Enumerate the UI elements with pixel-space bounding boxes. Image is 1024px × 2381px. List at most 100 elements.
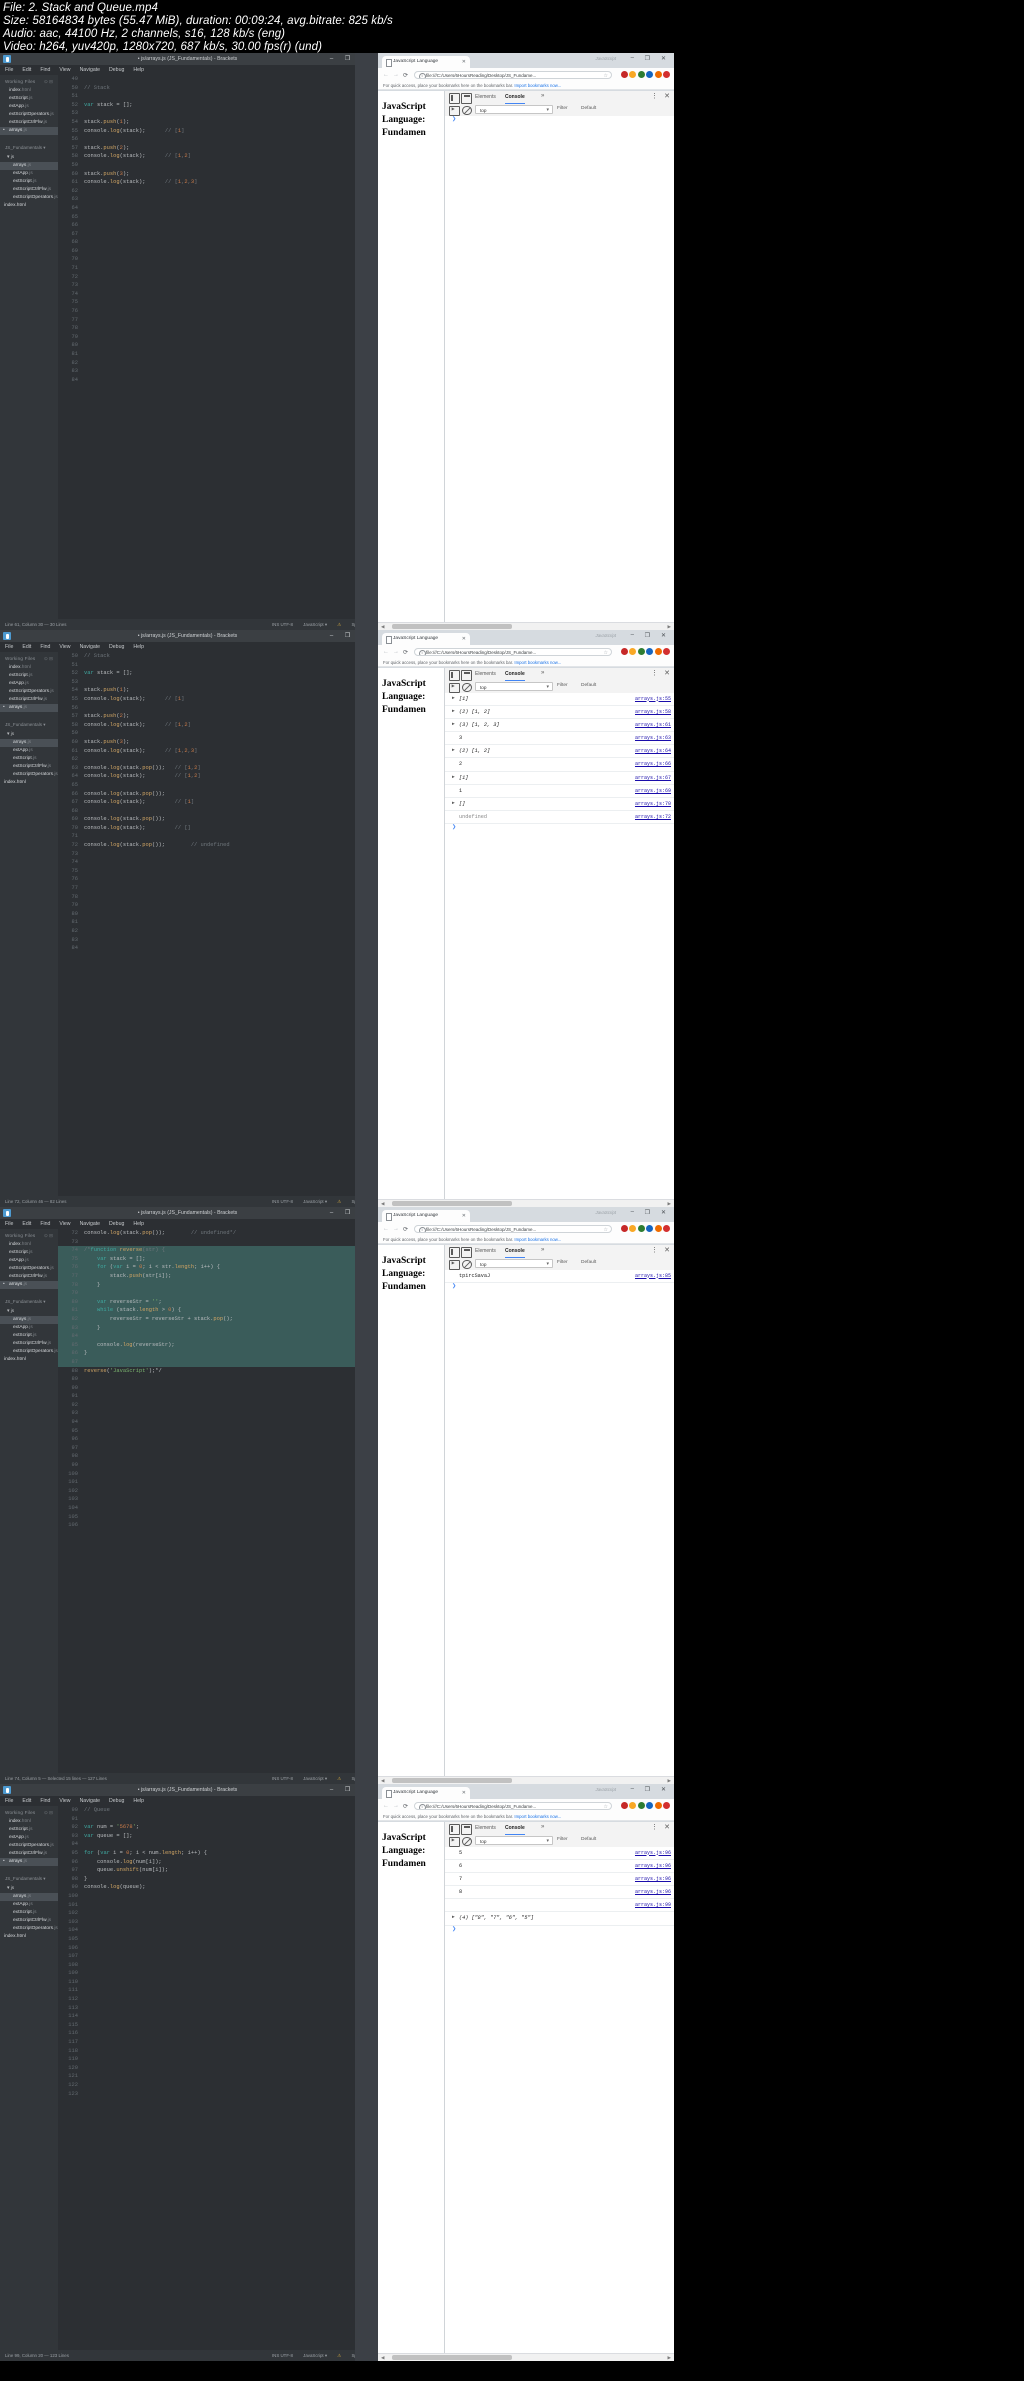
clear-console-icon[interactable] xyxy=(462,1836,472,1847)
menu-find[interactable]: Find xyxy=(40,644,50,650)
menu-edit[interactable]: Edit xyxy=(22,1798,31,1804)
extension-icon-6[interactable] xyxy=(663,1225,670,1232)
working-file-item[interactable]: arrays.js xyxy=(0,1858,58,1866)
page-info-icon[interactable]: i xyxy=(418,1804,426,1810)
execution-context-selector[interactable]: top ▾ xyxy=(475,1259,553,1268)
working-file-item[interactable]: extScript.js xyxy=(0,1249,58,1257)
tab-console[interactable]: Console xyxy=(505,1824,525,1835)
menu-debug[interactable]: Debug xyxy=(109,1798,124,1804)
working-file-item[interactable]: extScriptCtrlFlw.js xyxy=(0,1273,58,1281)
menu-edit[interactable]: Edit xyxy=(22,1221,31,1227)
address-bar[interactable]: i file:///C:/Users/6HoursReading/Desktop… xyxy=(414,1801,612,1810)
working-file-item[interactable]: extScript.js xyxy=(0,95,58,103)
extension-icon-3[interactable] xyxy=(637,1802,645,1809)
project-tree-file[interactable]: arrays.js xyxy=(0,1316,58,1324)
console-source-link[interactable]: arrays.js:96 xyxy=(635,1886,671,1898)
extension-icon-1[interactable] xyxy=(620,1802,628,1809)
project-tree-file[interactable]: extScript.js xyxy=(0,1332,58,1340)
extension-icon-5[interactable] xyxy=(654,1802,662,1809)
minimize-button[interactable]: ‒ xyxy=(631,632,634,638)
reload-icon[interactable]: ⟳ xyxy=(403,72,408,79)
working-file-item[interactable]: extScriptCtrlFlw.js xyxy=(0,1850,58,1858)
extension-icon-6[interactable] xyxy=(663,71,670,78)
console-output[interactable]: ▶ [1] arrays.js:55 ▶ (2) [1, 2] arrays.j… xyxy=(445,692,674,1200)
project-tree-file[interactable]: extScriptCtrlFlw.js xyxy=(0,186,58,194)
code-editor[interactable]: 49 50// Stack 51 52 var stack = []; 53 54 stack… xyxy=(58,75,367,619)
device-toolbar-icon[interactable] xyxy=(461,93,472,104)
console-output[interactable] xyxy=(445,115,674,623)
device-toolbar-icon[interactable] xyxy=(461,670,472,681)
devtools-menu-icon[interactable]: ⋮ xyxy=(651,669,658,677)
console-row[interactable]: ▶ [1] arrays.js:67 xyxy=(445,772,674,785)
expand-arrow-icon[interactable]: ▶ xyxy=(452,693,455,705)
working-file-item[interactable]: extScriptCtrlFlw.js xyxy=(0,119,58,127)
console-filter-input[interactable]: Filter xyxy=(557,683,568,688)
console-row[interactable]: ▶ [] arrays.js:70 xyxy=(445,798,674,812)
working-files-icons[interactable]: ⊙ ⊟ xyxy=(44,1810,53,1816)
console-source-link[interactable]: arrays.js:55 xyxy=(635,693,671,705)
scroll-right-icon[interactable]: ▶ xyxy=(668,1778,671,1784)
devtools-menu-icon[interactable]: ⋮ xyxy=(651,1246,658,1254)
menu-help[interactable]: Help xyxy=(133,644,144,650)
menu-navigate[interactable]: Navigate xyxy=(80,644,100,650)
console-row[interactable]: ▶ (2) [1, 2] arrays.js:58 xyxy=(445,706,674,719)
language-selector[interactable]: JavaScript ▾ xyxy=(303,2353,327,2358)
expand-arrow-icon[interactable]: ▶ xyxy=(452,706,455,718)
minimize-button[interactable]: ‒ xyxy=(631,1209,634,1215)
clear-console-icon[interactable] xyxy=(462,105,472,116)
back-arrow-icon[interactable]: ← xyxy=(383,72,389,78)
bookmark-star-icon[interactable]: ☆ xyxy=(604,649,608,656)
extension-icon-1[interactable] xyxy=(620,71,628,78)
inspect-element-icon[interactable] xyxy=(449,105,460,116)
extension-icon-3[interactable] xyxy=(637,648,645,655)
project-tree-root-file[interactable]: index.html xyxy=(0,1933,58,1941)
console-filter-input[interactable]: Filter xyxy=(557,1837,568,1842)
address-bar[interactable]: i file:///C:/Users/6HoursReading/Desktop… xyxy=(414,647,612,656)
working-file-item[interactable]: index.html xyxy=(0,1818,58,1826)
menu-view[interactable]: View xyxy=(59,1798,70,1804)
devtools-close-icon[interactable]: ✕ xyxy=(664,92,670,100)
clear-console-icon[interactable] xyxy=(462,682,472,693)
brackets-menu-bar[interactable]: File Edit Find View Navigate Debug Help xyxy=(5,67,153,73)
dock-side-icon[interactable] xyxy=(449,1247,460,1258)
console-source-link[interactable]: arrays.js:69 xyxy=(635,785,671,797)
project-tree-file[interactable]: extScriptOperators.js xyxy=(0,771,58,779)
menu-edit[interactable]: Edit xyxy=(22,644,31,650)
horizontal-scrollbar[interactable]: ◀ ▶ xyxy=(378,2353,674,2361)
working-file-item[interactable]: index.html xyxy=(0,664,58,672)
tab-console[interactable]: Console xyxy=(505,93,525,104)
log-level-selector[interactable]: Default xyxy=(581,1837,596,1842)
minimize-button[interactable]: ‒ xyxy=(631,55,634,61)
scroll-right-icon[interactable]: ▶ xyxy=(668,624,671,630)
console-source-link[interactable]: arrays.js:63 xyxy=(635,732,671,744)
dock-side-icon[interactable] xyxy=(449,93,460,104)
working-file-item[interactable]: extScriptOperators.js xyxy=(0,1842,58,1850)
working-file-item[interactable]: arrays.js xyxy=(0,1281,58,1289)
close-window-button[interactable]: ✕ xyxy=(661,632,666,639)
menu-view[interactable]: View xyxy=(59,67,70,73)
working-file-item[interactable]: extScript.js xyxy=(0,1826,58,1834)
menu-edit[interactable]: Edit xyxy=(22,67,31,73)
tab-elements[interactable]: Elements xyxy=(475,93,496,102)
console-output[interactable]: tpircSavaJ arrays.js:85 xyxy=(445,1269,674,1777)
more-tabs-icon[interactable]: » xyxy=(541,1824,544,1830)
dock-side-icon[interactable] xyxy=(449,1824,460,1835)
clear-console-icon[interactable] xyxy=(462,1259,472,1270)
browser-tab[interactable]: JavaScript Language ✕ xyxy=(382,56,470,68)
scrollbar-thumb[interactable] xyxy=(392,624,512,629)
tab-console[interactable]: Console xyxy=(505,1247,525,1258)
scrollbar-thumb[interactable] xyxy=(392,1778,512,1783)
code-editor[interactable]: 90// Queue 91 92 var num = '5678'; 93 var que… xyxy=(58,1806,367,2350)
import-bookmarks-link[interactable]: Import bookmarks now... xyxy=(514,660,561,665)
close-tab-icon[interactable]: ✕ xyxy=(462,1787,466,1799)
console-filter-input[interactable]: Filter xyxy=(557,1260,568,1265)
address-bar[interactable]: i file:///C:/Users/6HoursReading/Desktop… xyxy=(414,1224,612,1233)
console-row[interactable]: 8 arrays.js:96 xyxy=(445,1886,674,1900)
maximize-button[interactable]: ❐ xyxy=(645,632,650,639)
console-source-link[interactable]: arrays.js:85 xyxy=(635,1270,671,1282)
console-filter-input[interactable]: Filter xyxy=(557,106,568,111)
horizontal-scrollbar[interactable]: ◀ ▶ xyxy=(378,1199,674,1207)
console-row[interactable]: ▶ (4) ["8", "7", "6", "5"] xyxy=(445,1912,674,1926)
extension-icon-5[interactable] xyxy=(654,1225,662,1232)
page-info-icon[interactable]: i xyxy=(418,73,426,79)
